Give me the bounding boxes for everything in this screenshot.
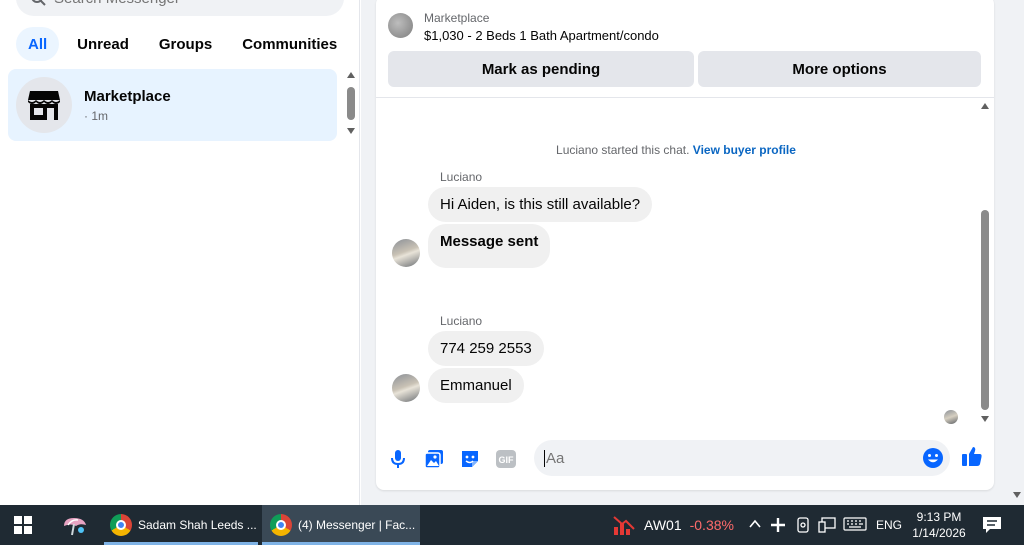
stock-ticker: AW01 — [644, 517, 682, 533]
tab-all[interactable]: All — [16, 27, 60, 61]
sender-name: Luciano — [440, 314, 483, 328]
scroll-up-arrow-icon[interactable] — [347, 72, 355, 78]
more-options-button[interactable]: More options — [698, 51, 981, 87]
plus-icon[interactable] — [770, 517, 786, 538]
chrome-icon — [270, 514, 292, 536]
taskbar-app-label: (4) Messenger | Fac... — [298, 518, 416, 532]
stock-widget[interactable]: AW01 -0.38% — [612, 505, 734, 545]
windows-start-icon[interactable] — [14, 516, 32, 539]
camera-icon[interactable] — [796, 517, 810, 538]
message-input-box[interactable] — [534, 440, 950, 476]
message-bubble[interactable]: 774 259 2553 — [428, 331, 544, 366]
listing-thumbnail[interactable] — [388, 13, 413, 38]
message-bubble[interactable]: Emmanuel — [428, 368, 524, 403]
taskbar-app-chrome-2[interactable]: (4) Messenger | Fac... — [262, 505, 420, 545]
stock-change: -0.38% — [689, 517, 734, 533]
message-composer: GIF — [376, 439, 994, 479]
view-buyer-profile-link[interactable]: View buyer profile — [693, 143, 796, 157]
conversation-avatar — [16, 77, 72, 133]
storefront-icon — [28, 91, 60, 120]
microphone-icon[interactable] — [386, 447, 410, 471]
listing-title[interactable]: $1,030 - 2 Beds 1 Bath Apartment/condo — [424, 28, 659, 43]
thumbs-up-icon[interactable] — [960, 444, 984, 468]
scroll-down-arrow-icon[interactable] — [981, 416, 989, 422]
gif-icon[interactable]: GIF — [494, 447, 518, 471]
chat-card: Marketplace $1,030 - 2 Beds 1 Bath Apart… — [376, 0, 994, 490]
chat-list-scrollbar[interactable] — [344, 72, 358, 138]
weather-widget-icon[interactable] — [62, 515, 88, 542]
clock-time: 9:13 PM — [916, 510, 962, 524]
scrollbar-thumb[interactable] — [347, 87, 355, 120]
chrome-icon — [110, 514, 132, 536]
conversation-pane: Marketplace $1,030 - 2 Beds 1 Bath Apart… — [361, 0, 1024, 505]
tab-communities[interactable]: Communities — [230, 27, 349, 61]
tab-unread[interactable]: Unread — [65, 27, 141, 61]
search-icon — [31, 0, 46, 6]
chevron-up-icon[interactable] — [748, 517, 762, 536]
scroll-up-arrow-icon[interactable] — [981, 103, 989, 109]
system-note: Luciano started this chat. View buyer pr… — [376, 143, 976, 157]
page-scroll-down-arrow-icon[interactable] — [1013, 492, 1021, 498]
message-input[interactable] — [544, 449, 904, 467]
network-icon[interactable] — [818, 517, 836, 538]
search-input[interactable] — [54, 0, 314, 7]
read-receipt-avatar — [944, 410, 958, 424]
mark-as-pending-button[interactable]: Mark as pending — [388, 51, 694, 87]
scroll-down-arrow-icon[interactable] — [347, 128, 355, 134]
conversation-item-marketplace[interactable]: Marketplace · 1m — [8, 69, 337, 141]
app-window: All Unread Groups Communities Marketplac… — [0, 0, 1024, 545]
taskbar-clock[interactable]: 9:13 PM 1/14/2026 — [906, 509, 972, 541]
sender-avatar[interactable] — [392, 239, 420, 267]
search-box[interactable] — [16, 0, 344, 16]
photo-icon[interactable] — [422, 447, 446, 471]
clock-date: 1/14/2026 — [912, 526, 966, 540]
listing-label: Marketplace — [424, 11, 490, 25]
filter-tabs: All Unread Groups Communities — [16, 27, 349, 61]
system-note-text: Luciano started this chat. — [556, 143, 690, 157]
listing-header: Marketplace $1,030 - 2 Beds 1 Bath Apart… — [376, 0, 994, 98]
sticker-icon[interactable] — [458, 447, 482, 471]
conversation-time: · 1m — [84, 108, 108, 123]
taskbar-app-chrome-1[interactable]: Sadam Shah Leeds ... — [104, 505, 258, 545]
taskbar-app-label: Sadam Shah Leeds ... — [138, 518, 257, 532]
taskbar: Sadam Shah Leeds ... (4) Messenger | Fac… — [0, 505, 1024, 545]
conversation-name: Marketplace — [84, 87, 171, 105]
sender-name: Luciano — [440, 170, 483, 184]
keyboard-icon[interactable] — [843, 517, 867, 536]
scrollbar-thumb[interactable] — [981, 210, 989, 410]
sender-avatar[interactable] — [392, 374, 420, 402]
chat-list-pane: All Unread Groups Communities Marketplac… — [0, 0, 360, 505]
message-bubble[interactable]: Message sent — [428, 224, 551, 268]
message-bubble[interactable]: Hi Aiden, is this still available? — [428, 187, 653, 222]
tab-groups[interactable]: Groups — [147, 27, 224, 61]
message-thread: Luciano started this chat. View buyer pr… — [376, 100, 994, 430]
chat-scrollbar[interactable] — [979, 100, 991, 425]
gif-label: GIF — [499, 455, 515, 465]
stock-chart-icon — [613, 516, 635, 535]
emoji-icon[interactable] — [922, 447, 944, 474]
notification-icon[interactable] — [982, 516, 1002, 539]
language-indicator[interactable]: ENG — [876, 518, 902, 532]
